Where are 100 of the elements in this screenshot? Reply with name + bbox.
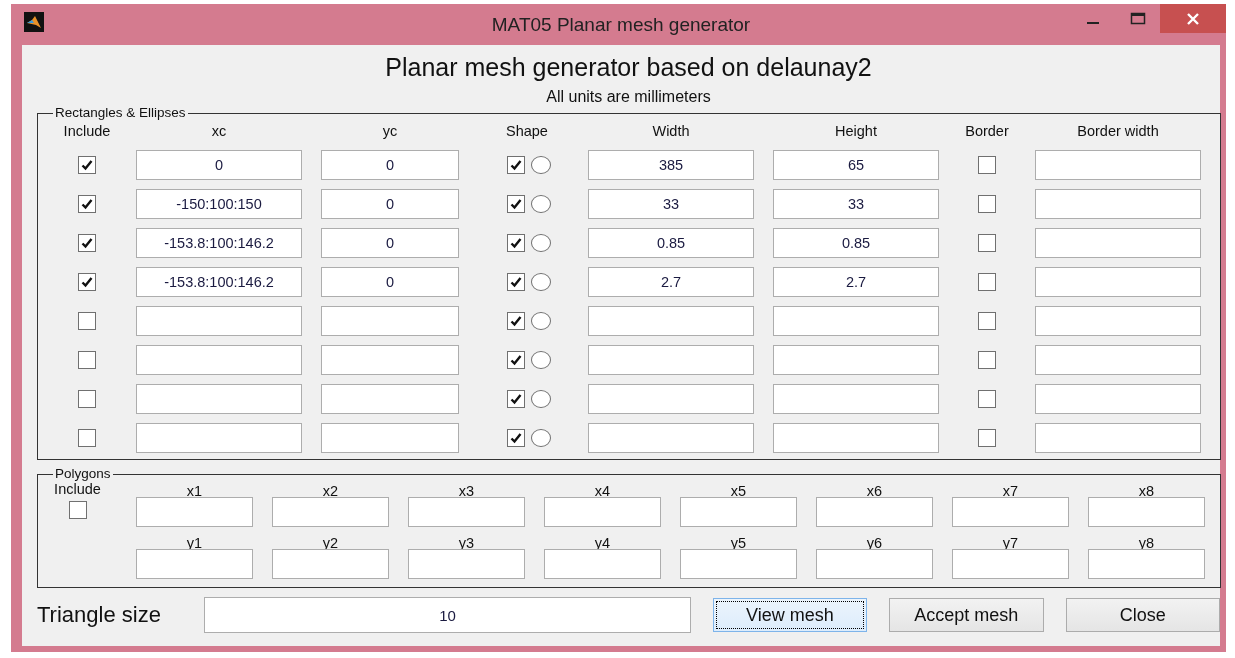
input-field[interactable] — [588, 345, 754, 375]
input-field[interactable] — [1035, 189, 1201, 219]
input-field[interactable] — [272, 549, 389, 579]
column-header: Shape — [505, 123, 549, 141]
radio-button[interactable] — [531, 195, 551, 213]
input-field[interactable] — [680, 497, 797, 527]
input-field[interactable]: 2.7 — [773, 267, 939, 297]
input-field[interactable]: 65 — [773, 150, 939, 180]
checkbox[interactable] — [78, 156, 96, 174]
dialog-button[interactable]: View mesh — [712, 598, 868, 632]
radio-button[interactable] — [531, 351, 551, 369]
input-field[interactable] — [680, 549, 797, 579]
input-field[interactable] — [408, 549, 525, 579]
checkbox[interactable] — [507, 195, 525, 213]
dialog-button[interactable]: Accept mesh — [889, 598, 1044, 632]
checkbox[interactable] — [507, 234, 525, 252]
input-field[interactable] — [272, 497, 389, 527]
input-field[interactable] — [952, 549, 1069, 579]
input-field[interactable] — [544, 497, 661, 527]
radio-button[interactable] — [531, 156, 551, 174]
input-field[interactable] — [952, 497, 1069, 527]
radio-button[interactable] — [531, 390, 551, 408]
input-field[interactable] — [136, 549, 253, 579]
input-field[interactable]: 0 — [136, 150, 302, 180]
input-field[interactable]: 2.7 — [588, 267, 754, 297]
checkbox[interactable] — [78, 312, 96, 330]
input-field[interactable] — [773, 306, 939, 336]
input-field[interactable] — [1035, 384, 1201, 414]
input-field[interactable] — [408, 497, 525, 527]
input-field[interactable] — [588, 306, 754, 336]
input-field[interactable] — [1035, 423, 1201, 453]
input-field[interactable] — [1035, 345, 1201, 375]
checkbox[interactable] — [507, 429, 525, 447]
input-field[interactable]: 33 — [773, 189, 939, 219]
minimize-icon — [1086, 22, 1099, 24]
checkbox[interactable] — [978, 195, 996, 213]
input-field[interactable] — [321, 384, 459, 414]
checkbox[interactable] — [978, 390, 996, 408]
input-field[interactable]: -153.8:100:146.2 — [136, 267, 302, 297]
checkbox[interactable] — [978, 156, 996, 174]
input-field[interactable] — [136, 306, 302, 336]
checkbox[interactable] — [78, 195, 96, 213]
input-field[interactable] — [1088, 549, 1205, 579]
checkbox[interactable] — [507, 312, 525, 330]
input-field[interactable] — [321, 423, 459, 453]
checkbox[interactable] — [978, 429, 996, 447]
checkbox[interactable] — [78, 234, 96, 252]
checkbox[interactable] — [978, 273, 996, 291]
column-header: Width — [651, 123, 691, 141]
input-field[interactable] — [1035, 267, 1201, 297]
input-field[interactable] — [773, 423, 939, 453]
input-field[interactable]: 10 — [204, 597, 691, 633]
input-field[interactable]: 0 — [321, 150, 459, 180]
input-field[interactable] — [773, 384, 939, 414]
group-label: Rectangles & Ellipses — [54, 106, 187, 120]
column-header: Border width — [1076, 123, 1160, 141]
input-field[interactable] — [1035, 228, 1201, 258]
input-field[interactable] — [816, 549, 933, 579]
dialog-button[interactable]: Close — [1065, 598, 1220, 632]
checkbox[interactable] — [78, 390, 96, 408]
input-field[interactable]: 0 — [321, 228, 459, 258]
checkbox[interactable] — [78, 429, 96, 447]
input-field[interactable] — [1035, 150, 1201, 180]
input-field[interactable]: 33 — [588, 189, 754, 219]
checkbox[interactable] — [507, 156, 525, 174]
radio-button[interactable] — [531, 234, 551, 252]
close-button[interactable] — [1160, 4, 1226, 33]
input-field[interactable] — [136, 497, 253, 527]
input-field[interactable] — [321, 306, 459, 336]
input-field[interactable] — [321, 345, 459, 375]
checkbox[interactable] — [78, 273, 96, 291]
input-field[interactable] — [1088, 497, 1205, 527]
input-field[interactable]: 0 — [321, 189, 459, 219]
checkbox[interactable] — [507, 273, 525, 291]
checkbox[interactable] — [978, 312, 996, 330]
checkbox[interactable] — [978, 351, 996, 369]
input-field[interactable] — [136, 345, 302, 375]
checkbox[interactable] — [68, 501, 87, 519]
input-field[interactable]: 385 — [588, 150, 754, 180]
radio-button[interactable] — [531, 312, 551, 330]
input-field[interactable]: -150:100:150 — [136, 189, 302, 219]
input-field[interactable] — [1035, 306, 1201, 336]
input-field[interactable]: 0 — [321, 267, 459, 297]
input-field[interactable] — [588, 423, 754, 453]
checkbox[interactable] — [78, 351, 96, 369]
input-field[interactable] — [544, 549, 661, 579]
input-field[interactable] — [136, 423, 302, 453]
column-header: xc — [210, 123, 228, 141]
input-field[interactable]: 0.85 — [773, 228, 939, 258]
checkbox[interactable] — [507, 390, 525, 408]
input-field[interactable] — [588, 384, 754, 414]
input-field[interactable] — [773, 345, 939, 375]
radio-button[interactable] — [531, 273, 551, 291]
checkbox[interactable] — [978, 234, 996, 252]
checkbox[interactable] — [507, 351, 525, 369]
input-field[interactable]: 0.85 — [588, 228, 754, 258]
input-field[interactable] — [136, 384, 302, 414]
input-field[interactable] — [816, 497, 933, 527]
input-field[interactable]: -153.8:100:146.2 — [136, 228, 302, 258]
radio-button[interactable] — [531, 429, 551, 447]
